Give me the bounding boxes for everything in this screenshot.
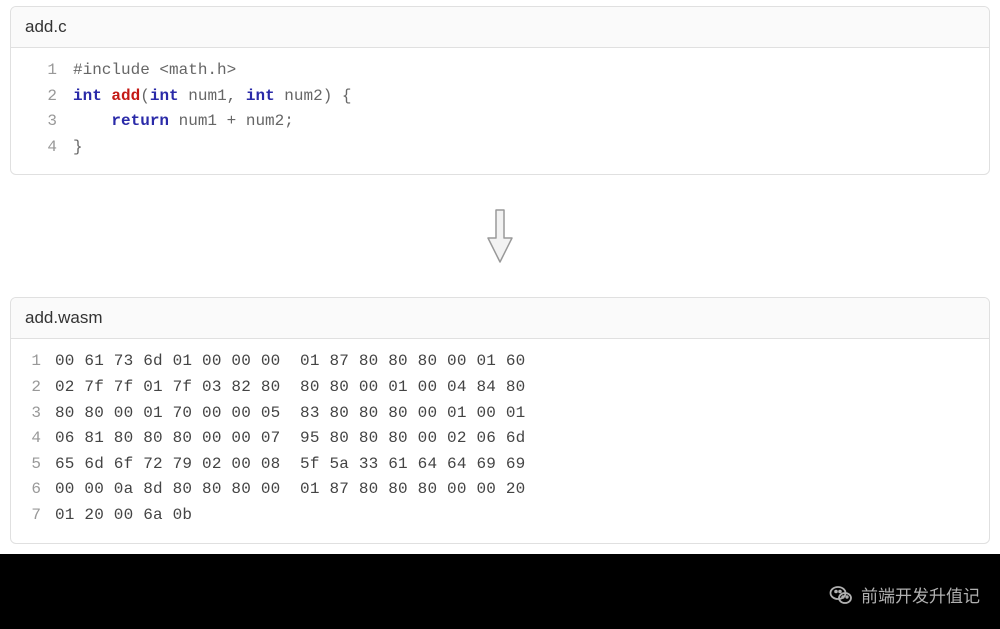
hex-content: 02 7f 7f 01 7f 03 82 80 80 80 00 01 00 0… [55, 375, 525, 401]
line-number: 5 [25, 452, 55, 478]
hex-dump-card: add.wasm 100 61 73 6d 01 00 00 00 01 87 … [10, 297, 990, 543]
line-number: 7 [25, 503, 55, 529]
line-number: 3 [25, 109, 73, 135]
source-filename: add.c [11, 7, 989, 48]
hex-content: 00 61 73 6d 01 00 00 00 01 87 80 80 80 0… [55, 349, 525, 375]
code-line: 3 return num1 + num2; [25, 109, 975, 135]
code-content: int add(int num1, int num2) { [73, 84, 352, 110]
line-number: 1 [25, 58, 73, 84]
watermark: 前端开发升值记 [829, 582, 980, 607]
wechat-icon [829, 583, 853, 607]
hex-line: 100 61 73 6d 01 00 00 00 01 87 80 80 80 … [25, 349, 975, 375]
code-content: } [73, 135, 83, 161]
hex-line: 701 20 00 6a 0b [25, 503, 975, 529]
hex-content: 06 81 80 80 80 00 00 07 95 80 80 80 00 0… [55, 426, 525, 452]
code-line: 4} [25, 135, 975, 161]
hex-line: 600 00 0a 8d 80 80 80 00 01 87 80 80 80 … [25, 477, 975, 503]
code-line: 2int add(int num1, int num2) { [25, 84, 975, 110]
line-number: 2 [25, 375, 55, 401]
wasm-filename: add.wasm [11, 298, 989, 339]
line-number: 6 [25, 477, 55, 503]
hex-line: 565 6d 6f 72 79 02 00 08 5f 5a 33 61 64 … [25, 452, 975, 478]
hex-content: 65 6d 6f 72 79 02 00 08 5f 5a 33 61 64 6… [55, 452, 525, 478]
top-region: add.c 1#include <math.h>2int add(int num… [0, 0, 1000, 187]
hex-line: 406 81 80 80 80 00 00 07 95 80 80 80 00 … [25, 426, 975, 452]
source-code-card: add.c 1#include <math.h>2int add(int num… [10, 6, 990, 175]
watermark-text: 前端开发升值记 [861, 582, 980, 607]
bottom-region: add.wasm 100 61 73 6d 01 00 00 00 01 87 … [0, 287, 1000, 553]
arrow-region [0, 187, 1000, 287]
source-code-body: 1#include <math.h>2int add(int num1, int… [11, 48, 989, 174]
line-number: 1 [25, 349, 55, 375]
hex-line: 202 7f 7f 01 7f 03 82 80 80 80 00 01 00 … [25, 375, 975, 401]
down-arrow-icon [484, 208, 516, 266]
line-number: 4 [25, 426, 55, 452]
code-line: 1#include <math.h> [25, 58, 975, 84]
hex-content: 80 80 00 01 70 00 00 05 83 80 80 80 00 0… [55, 401, 525, 427]
hex-line: 380 80 00 01 70 00 00 05 83 80 80 80 00 … [25, 401, 975, 427]
line-number: 4 [25, 135, 73, 161]
code-content: return num1 + num2; [73, 109, 294, 135]
line-number: 3 [25, 401, 55, 427]
hex-content: 00 00 0a 8d 80 80 80 00 01 87 80 80 80 0… [55, 477, 525, 503]
hex-content: 01 20 00 6a 0b [55, 503, 192, 529]
code-content: #include <math.h> [73, 58, 236, 84]
line-number: 2 [25, 84, 73, 110]
hex-dump-body: 100 61 73 6d 01 00 00 00 01 87 80 80 80 … [11, 339, 989, 542]
